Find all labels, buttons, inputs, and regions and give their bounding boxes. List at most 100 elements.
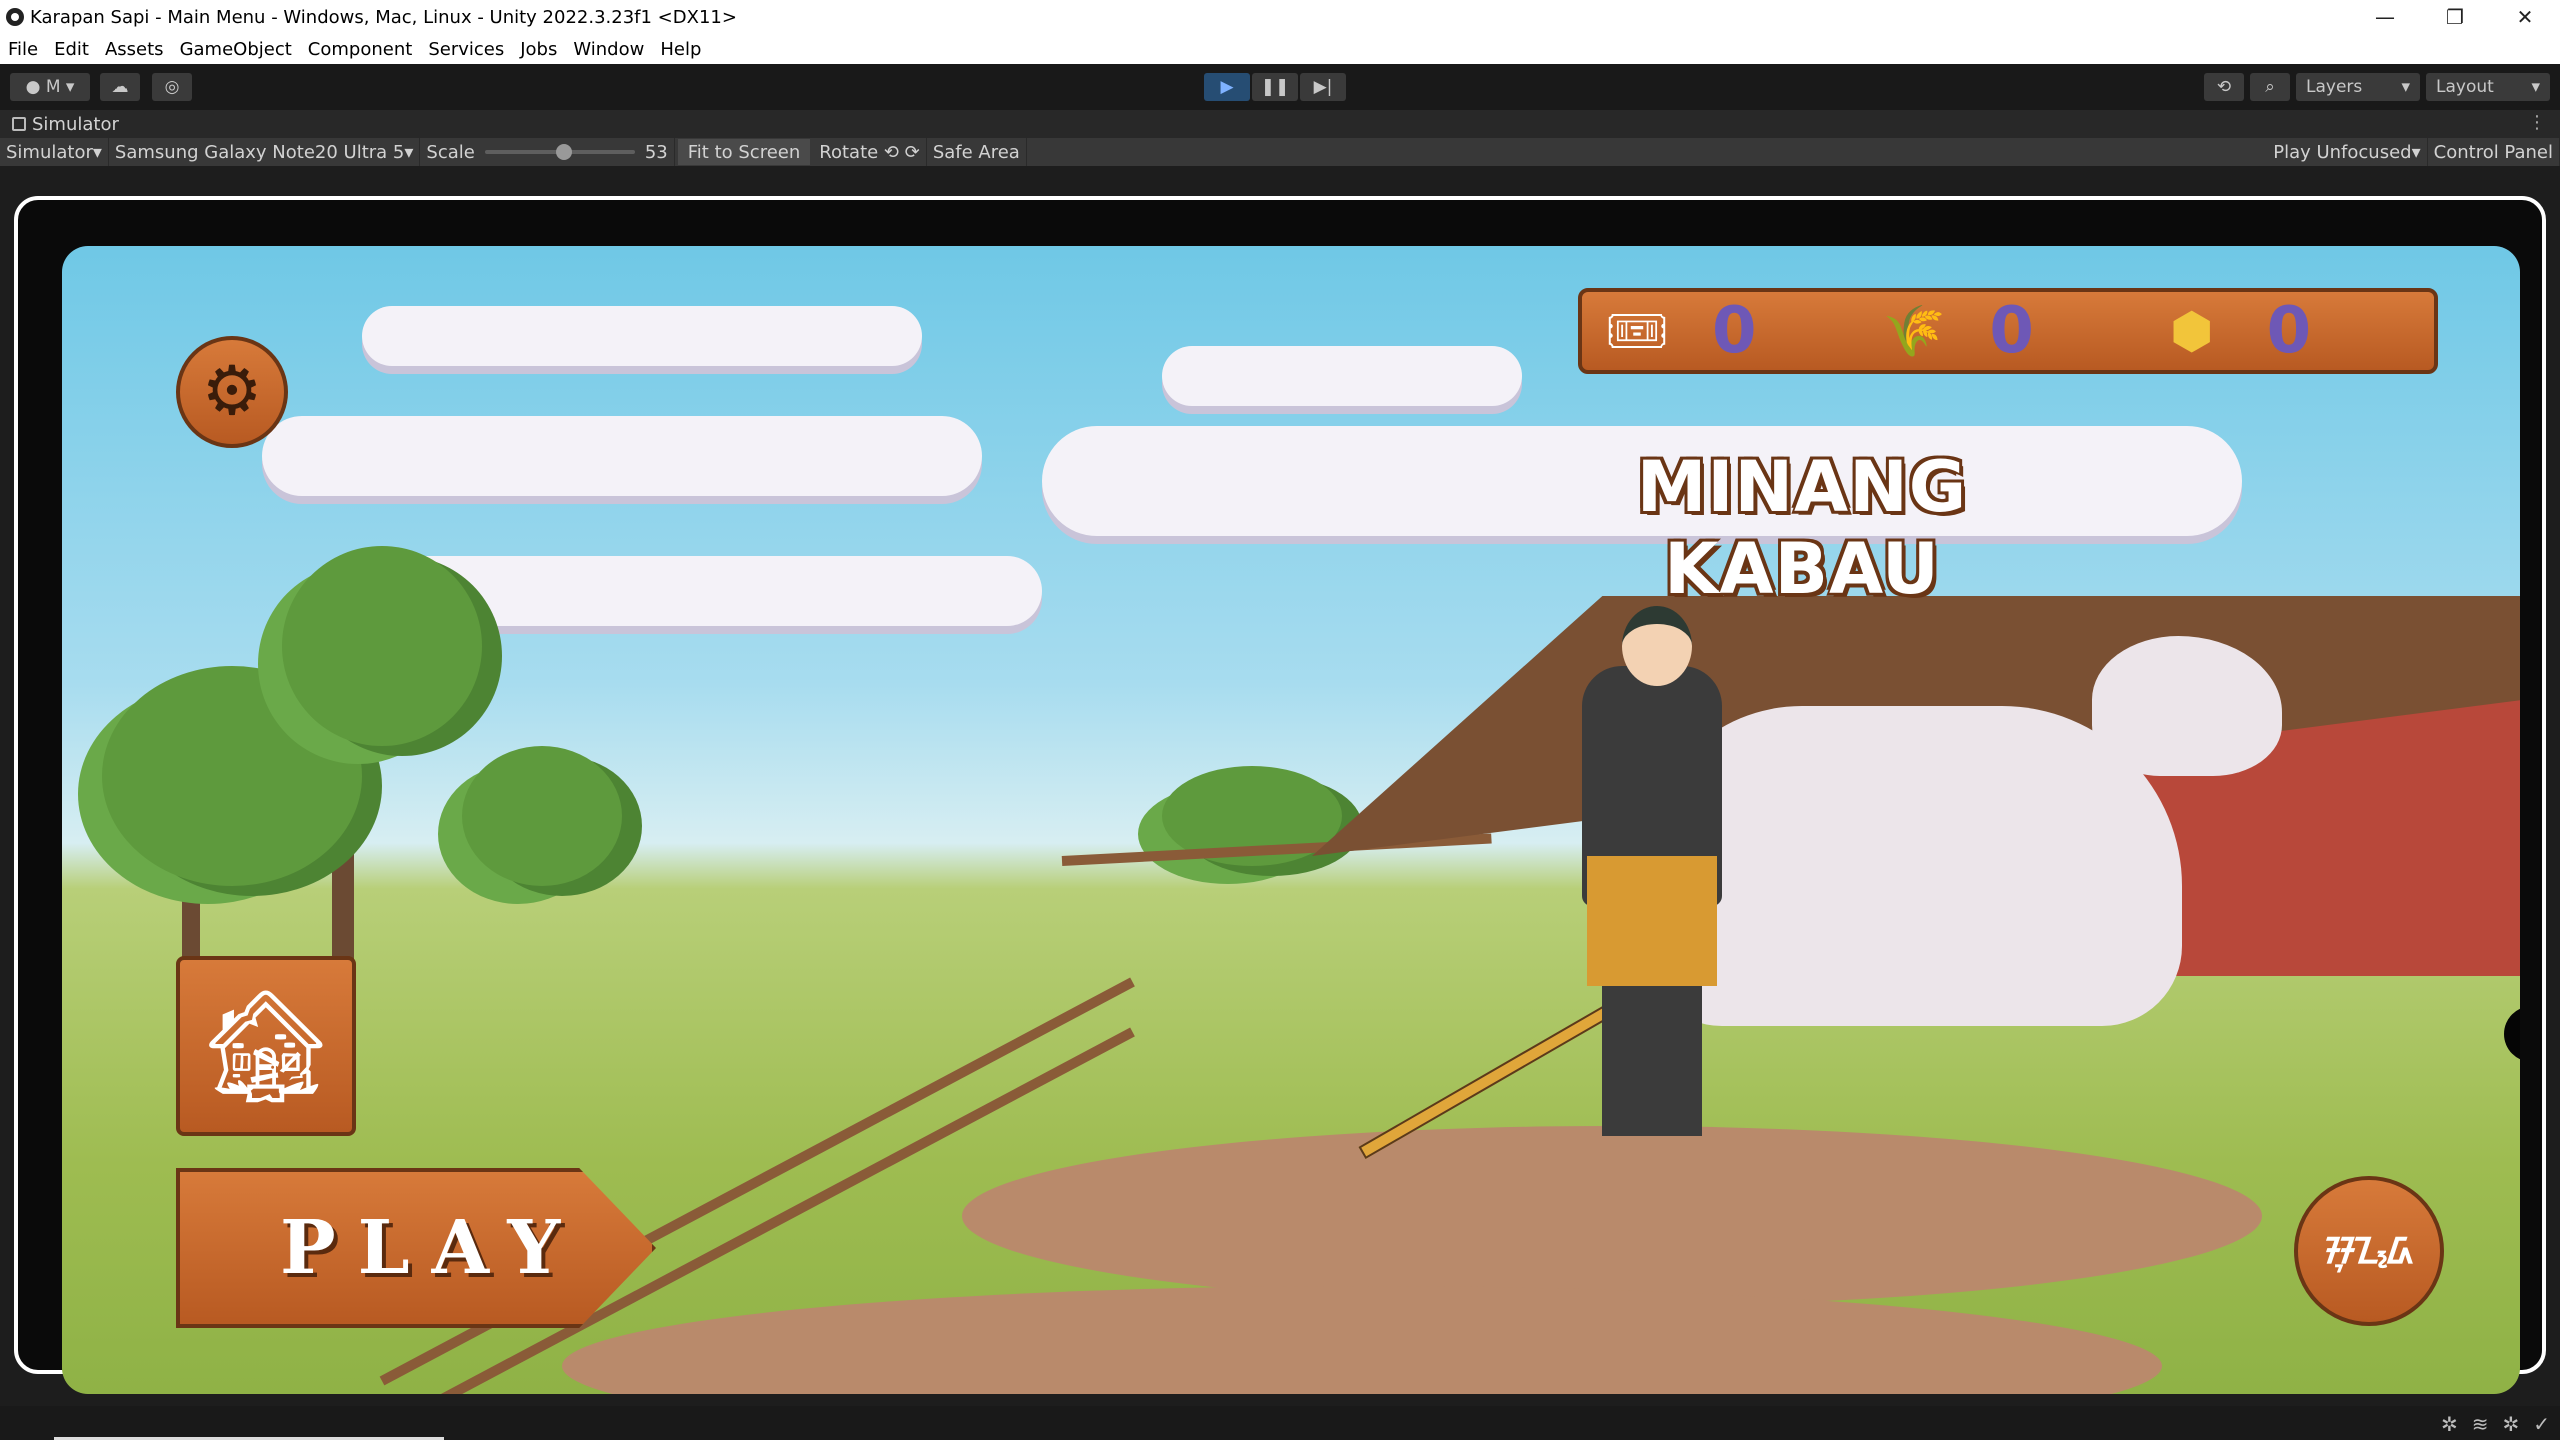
chevron-down-icon: ▾ [60, 77, 75, 97]
resource-ticket: 🎟 0 [1602, 294, 1879, 368]
layers-dropdown[interactable]: Layers ▾ [2296, 73, 2420, 101]
play-focus-label: Play Unfocused [2273, 141, 2412, 163]
coin-count: 0 [2266, 294, 2312, 368]
ticket-count: 0 [1712, 294, 1757, 368]
control-panel-button[interactable]: Control Panel [2428, 138, 2560, 166]
resource-coin: ⬢ 0 [2157, 294, 2434, 368]
device-frame: ⚙ 🎟 0 🌾 0 ⬢ 0 MINANG KABAU 🏚 PLAY ᮞᮥᮔ᮪ᮓ [14, 196, 2546, 1394]
step-button[interactable]: ▶| [1300, 73, 1346, 101]
cow-character [1642, 706, 2182, 1026]
account-dropdown[interactable]: ● M ▾ [10, 73, 90, 101]
simulator-tab-label: Simulator [32, 113, 119, 135]
layout-dropdown[interactable]: Layout ▾ [2426, 73, 2550, 101]
restore-button[interactable]: ❐ [2420, 0, 2490, 34]
simulator-viewport: ⚙ 🎟 0 🌾 0 ⬢ 0 MINANG KABAU 🏚 PLAY ᮞᮥᮔ᮪ᮓ [0, 166, 2560, 1406]
play-controls: ▶ ❚❚ ▶| [1204, 73, 1346, 101]
simulator-tab-icon [12, 117, 26, 131]
minimize-button[interactable]: — [2350, 0, 2420, 34]
chevron-down-icon: ▾ [404, 141, 414, 163]
layout-label: Layout [2436, 77, 2494, 97]
gear-icon: ⚙ [201, 352, 263, 431]
menu-file[interactable]: File [0, 39, 46, 60]
search-icon[interactable]: ⌕ [2250, 73, 2290, 101]
unity-logo-icon [6, 8, 24, 26]
more-options-icon[interactable]: ⋮ [2528, 112, 2546, 133]
play-game-button[interactable]: PLAY [176, 1168, 656, 1328]
resource-grass: 🌾 0 [1879, 294, 2156, 368]
layers-label: Layers [2306, 77, 2363, 97]
fit-to-screen-button[interactable]: Fit to Screen [677, 139, 811, 165]
account-icon: ● [25, 77, 46, 97]
chevron-down-icon: ▾ [2401, 77, 2410, 97]
window-title: Karapan Sapi - Main Menu - Windows, Mac,… [30, 6, 737, 28]
menu-edit[interactable]: Edit [46, 39, 97, 60]
coin-icon: ⬢ [2169, 302, 2214, 360]
barn-icon: 🏚 [196, 982, 336, 1110]
menu-assets[interactable]: Assets [97, 39, 172, 60]
cloud-decoration [1162, 346, 1522, 406]
language-button[interactable]: ᮞᮥᮔ᮪ᮓ [2294, 1176, 2444, 1326]
menu-jobs[interactable]: Jobs [512, 39, 565, 60]
chevron-down-icon: ▾ [92, 141, 102, 163]
tree-decoration [462, 746, 622, 886]
device-label: Samsung Galaxy Note20 Ultra 5 [114, 141, 405, 163]
collab-button[interactable]: ◎ [152, 73, 192, 101]
account-label: M [45, 77, 61, 97]
history-icon[interactable]: ⟲ [2204, 73, 2244, 101]
farmer-legs [1602, 976, 1702, 1136]
ticket-icon: 🎟 [1605, 301, 1669, 360]
cloud-decoration [262, 416, 982, 496]
main-toolbar: ● M ▾ ☁ ◎ ▶ ❚❚ ▶| ⟲ ⌕ Layers ▾ Layout ▾ [0, 64, 2560, 110]
status-bar: ✲ ≋ ✲ ✓ [0, 1406, 2560, 1440]
debug-icon[interactable]: ✲ [2441, 1412, 2458, 1436]
network-icon[interactable]: ✲ [2502, 1412, 2519, 1436]
grass-icon: 🌾 [1883, 301, 1946, 360]
dirt-path [962, 1126, 2262, 1306]
play-focus-dropdown[interactable]: Play Unfocused ▾ [2267, 138, 2428, 166]
menu-window[interactable]: Window [565, 39, 652, 60]
region-title: MINANG KABAU [1636, 446, 1968, 610]
scale-control: Scale 53 [420, 138, 675, 166]
simulator-toolbar: Simulator ▾ Samsung Galaxy Note20 Ultra … [0, 138, 2560, 166]
rotate-control: Rotate ⟲ ⟳ [813, 138, 927, 166]
farmer-sarong [1587, 856, 1717, 986]
chevron-down-icon: ▾ [2411, 141, 2421, 163]
barn-button[interactable]: 🏚 [176, 956, 356, 1136]
rotate-label: Rotate [819, 141, 879, 163]
scale-slider[interactable] [484, 144, 635, 160]
device-dropdown[interactable]: Samsung Galaxy Note20 Ultra 5 ▾ [109, 138, 421, 166]
scale-label: Scale [426, 141, 475, 163]
menu-bar: File Edit Assets GameObject Component Se… [0, 34, 2560, 64]
simulator-tab[interactable]: Simulator ⋮ [0, 110, 2560, 138]
menu-services[interactable]: Services [420, 39, 512, 60]
cloud-decoration [362, 306, 922, 366]
status-check-icon[interactable]: ✓ [2533, 1412, 2550, 1436]
close-button[interactable]: ✕ [2490, 0, 2560, 34]
chevron-down-icon: ▾ [2531, 77, 2540, 97]
play-button[interactable]: ▶ [1204, 73, 1250, 101]
pause-button[interactable]: ❚❚ [1252, 73, 1298, 101]
safe-area-toggle[interactable]: Safe Area [927, 138, 1027, 166]
grass-count: 0 [1989, 294, 2034, 368]
camera-cutout [2504, 1006, 2520, 1062]
tree-decoration [282, 546, 482, 746]
simulator-mode-dropdown[interactable]: Simulator ▾ [0, 138, 109, 166]
game-screen[interactable]: ⚙ 🎟 0 🌾 0 ⬢ 0 MINANG KABAU 🏚 PLAY ᮞᮥᮔ᮪ᮓ [62, 246, 2520, 1394]
menu-help[interactable]: Help [652, 39, 709, 60]
status-icons: ✲ ≋ ✲ ✓ [2441, 1412, 2550, 1436]
scale-value: 53 [644, 141, 668, 163]
menu-component[interactable]: Component [300, 39, 421, 60]
resource-bar: 🎟 0 🌾 0 ⬢ 0 [1578, 288, 2438, 374]
right-tools: ⟲ ⌕ Layers ▾ Layout ▾ [2204, 73, 2550, 101]
farmer-head [1622, 606, 1692, 686]
dirt-path [562, 1286, 2162, 1394]
window-titlebar: Karapan Sapi - Main Menu - Windows, Mac,… [0, 0, 2560, 34]
cache-icon[interactable]: ≋ [2472, 1412, 2489, 1436]
cloud-button[interactable]: ☁ [100, 73, 140, 101]
settings-button[interactable]: ⚙ [176, 336, 288, 448]
simulator-mode-label: Simulator [6, 141, 93, 163]
rotate-right-icon[interactable]: ⟳ [899, 142, 920, 163]
menu-gameobject[interactable]: GameObject [172, 39, 300, 60]
scale-slider-knob[interactable] [556, 144, 573, 160]
rotate-left-icon[interactable]: ⟲ [878, 142, 899, 163]
